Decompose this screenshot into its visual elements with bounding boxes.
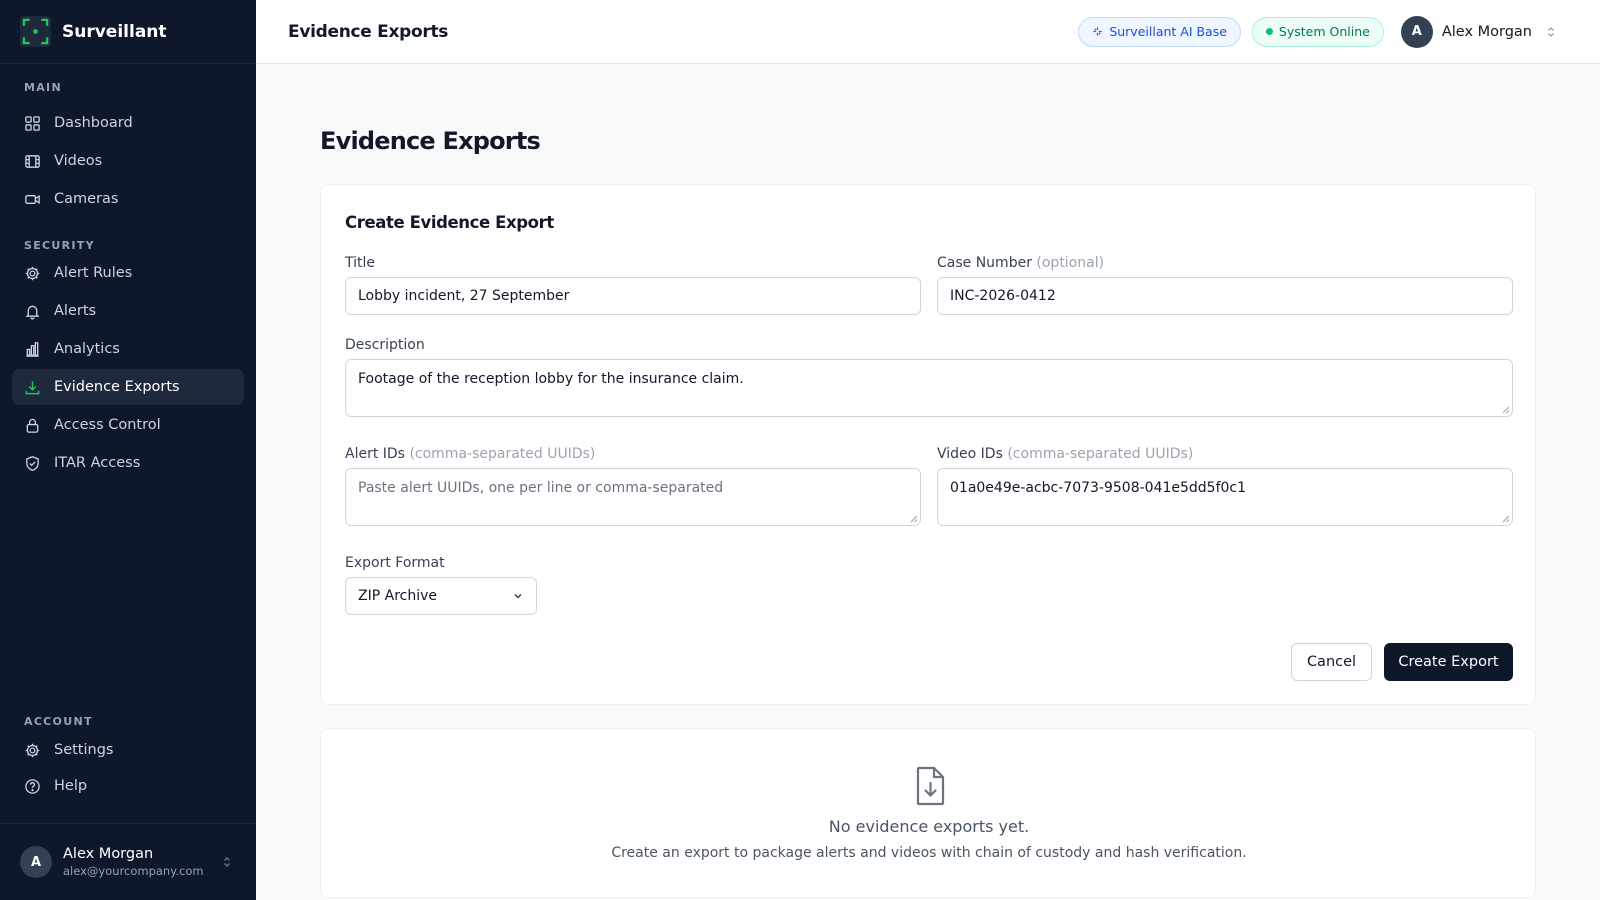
file-download-icon [916,766,945,806]
shield-check-icon [26,455,39,471]
sidebar-item-label: Videos [54,153,103,169]
sidebar-user-menu[interactable]: A Alex Morgan alex@yourcompany.com [0,823,256,900]
title-label-text: Title [345,255,376,271]
top-header: Evidence Exports Surveillant AI Base Sys… [256,0,1600,64]
avatar: A [1400,15,1433,48]
brand-name: Surveillant [62,21,167,42]
chevron-up-down-icon [1548,26,1554,37]
status-label: System Online [1278,24,1370,39]
empty-state-title: No evidence exports yet. [828,817,1030,836]
ai-base-label: Surveillant AI Base [1109,24,1227,39]
header-user-menu[interactable]: A Alex Morgan [1400,15,1558,48]
title-input[interactable]: Lobby incident, 27 September [345,277,921,315]
nav-section-security: SECURITY Alert Rules Alerts Analytics Ev… [0,237,256,483]
page-title: Evidence Exports [320,127,541,155]
description-text: Footage of the reception lobby for the i… [358,371,744,387]
chevron-down-icon [514,593,522,599]
grid-icon [25,115,40,131]
user-email: alex@yourcompany.com [63,864,204,878]
create-export-card: Create Evidence Export Title Lobby incid… [320,184,1536,705]
video-ids-label-text: Video IDs [937,446,1003,462]
nav-section-main: MAIN Dashboard Videos Cameras [0,79,256,219]
sidebar-item-access-control[interactable]: Access Control [12,407,244,443]
section-label-account: ACCOUNT [24,715,93,728]
alert-ids-label-text: Alert IDs [345,446,405,462]
user-info: Alex Morgan alex@yourcompany.com [63,846,220,878]
download-icon [25,380,40,394]
sidebar-item-itar-access[interactable]: ITAR Access [12,445,244,481]
description-textarea[interactable]: Footage of the reception lobby for the i… [345,359,1513,417]
title-label: Title [345,255,375,271]
video-ids-hint: (comma-separated UUIDs) [1007,446,1194,462]
alert-ids-label: Alert IDs (comma-separated UUIDs) [345,446,595,462]
status-badge: System Online [1251,16,1384,47]
gear-icon [25,266,40,280]
avatar: A [20,846,52,878]
sidebar: Surveillant MAIN Dashboard Videos Camera… [0,0,256,900]
export-format-select[interactable]: ZIP Archive [345,577,537,615]
alert-ids-textarea[interactable]: Paste alert UUIDs, one per line or comma… [345,468,921,526]
case-number-label-text: Case Number [937,255,1032,271]
lock-icon [26,418,39,433]
camera-icon [25,194,40,204]
header-title: Evidence Exports [288,21,449,42]
sidebar-item-label: Analytics [54,341,120,357]
gear-icon [25,743,40,757]
case-number-hint: (optional) [1036,255,1105,271]
case-number-input[interactable]: INC-2026-0412 [937,277,1513,315]
surveillant-logo-icon [20,16,51,47]
status-dot [1265,28,1273,35]
help-circle-icon [25,778,40,794]
sidebar-item-label: Cameras [54,191,119,207]
sidebar-item-analytics[interactable]: Analytics [12,331,244,367]
case-number-label: Case Number (optional) [937,255,1104,271]
nav-section-account: ACCOUNT Settings Help [0,713,256,805]
export-format-value: ZIP Archive [358,588,437,604]
sidebar-item-label: Settings [54,742,114,758]
video-ids-text: 01a0e49e-acbc-7073-9508-041e5dd5f0c1 [950,480,1247,496]
resize-grip-icon[interactable] [909,514,918,523]
exports-list-card: No evidence exports yet. Create an expor… [320,728,1536,898]
sidebar-item-label: ITAR Access [54,455,141,471]
sidebar-item-settings[interactable]: Settings [12,733,244,767]
sidebar-item-alert-rules[interactable]: Alert Rules [12,255,244,291]
sidebar-item-evidence-exports[interactable]: Evidence Exports [12,369,244,405]
description-label: Description [345,337,425,353]
sidebar-item-label: Access Control [54,417,161,433]
section-label-main: MAIN [24,81,62,94]
card-title: Create Evidence Export [345,213,554,232]
sidebar-item-dashboard[interactable]: Dashboard [12,105,244,141]
sidebar-item-label: Alert Rules [54,265,133,281]
empty-state-subtitle: Create an export to package alerts and v… [611,845,1247,861]
alert-ids-hint: (comma-separated UUIDs) [409,446,596,462]
video-ids-label: Video IDs (comma-separated UUIDs) [937,446,1193,462]
create-export-button[interactable]: Create Export [1384,643,1513,681]
sidebar-item-label: Dashboard [54,115,133,131]
chevron-up-down-icon [224,857,230,867]
cancel-button[interactable]: Cancel [1291,643,1372,681]
video-ids-textarea[interactable]: 01a0e49e-acbc-7073-9508-041e5dd5f0c1 [937,468,1513,526]
resize-grip-icon[interactable] [1501,405,1510,414]
brand[interactable]: Surveillant [0,0,256,64]
bell-icon [25,305,40,319]
sidebar-item-label: Help [54,778,88,794]
ai-base-badge[interactable]: Surveillant AI Base [1078,16,1241,47]
film-icon [25,154,40,168]
user-name: Alex Morgan [63,846,154,862]
export-format-label: Export Format [345,555,445,571]
sparkle-icon [1093,27,1102,36]
bar-chart-icon [26,341,39,357]
alert-ids-placeholder: Paste alert UUIDs, one per line or comma… [358,480,724,496]
resize-grip-icon[interactable] [1501,514,1510,523]
section-label-security: SECURITY [24,239,95,252]
sidebar-item-label: Evidence Exports [54,379,180,395]
sidebar-item-label: Alerts [54,303,97,319]
sidebar-item-videos[interactable]: Videos [12,143,244,179]
sidebar-item-alerts[interactable]: Alerts [12,293,244,329]
header-user-name: Alex Morgan [1441,23,1532,40]
sidebar-item-help[interactable]: Help [12,769,244,803]
sidebar-item-cameras[interactable]: Cameras [12,181,244,217]
